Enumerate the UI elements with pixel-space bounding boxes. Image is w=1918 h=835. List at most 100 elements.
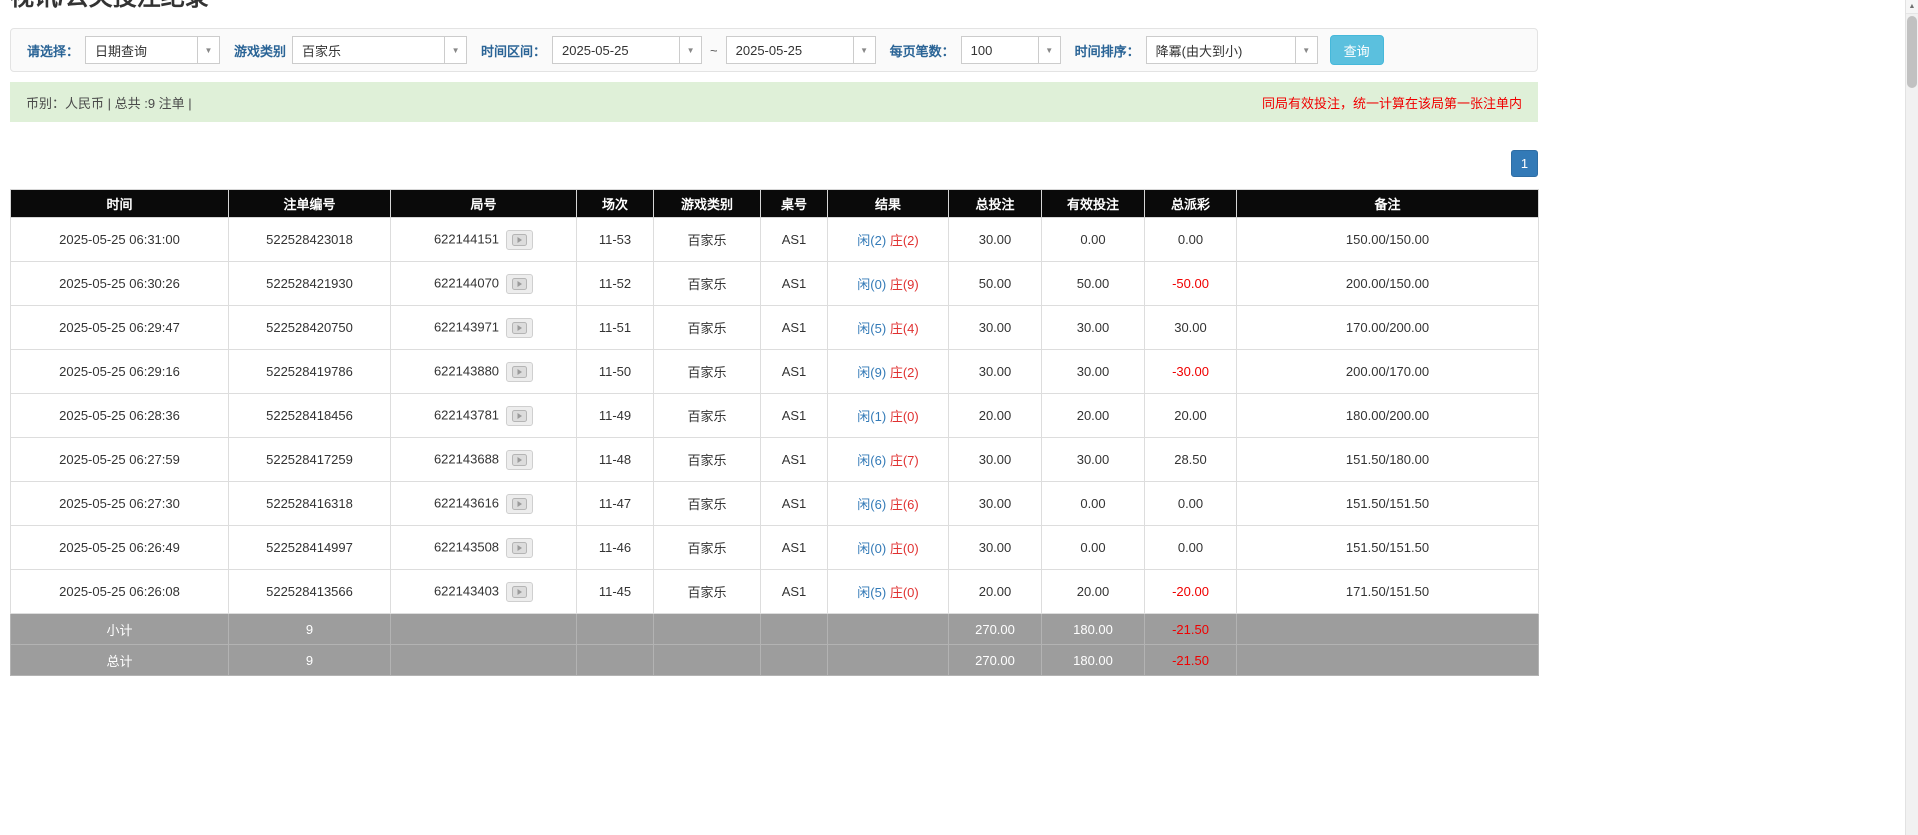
cell-total-bet[interactable]: 30.00 bbox=[949, 438, 1042, 482]
replay-icon[interactable] bbox=[506, 538, 533, 558]
result-banker: 庄(2) bbox=[890, 233, 919, 248]
table-head-row: 时间注单编号局号场次游戏类别桌号结果总投注有效投注总派彩备注 bbox=[11, 190, 1539, 218]
result-banker: 庄(7) bbox=[890, 453, 919, 468]
per-page-value: 100 bbox=[962, 37, 1038, 63]
summary-empty-cell bbox=[828, 645, 949, 676]
chevron-down-icon[interactable]: ▼ bbox=[853, 37, 875, 63]
search-button[interactable]: 查询 bbox=[1330, 35, 1384, 65]
cell-bet-id: 522528419786 bbox=[229, 350, 391, 394]
scroll-up-arrow-icon[interactable]: ▲ bbox=[1906, 0, 1918, 14]
column-header: 局号 bbox=[391, 190, 577, 218]
cell-table-no: AS1 bbox=[761, 438, 828, 482]
summary-empty-cell bbox=[761, 614, 828, 645]
result-player: 闲(0) bbox=[857, 541, 886, 556]
result-player: 闲(6) bbox=[857, 453, 886, 468]
column-header: 备注 bbox=[1237, 190, 1539, 218]
per-page-label: 每页笔数： bbox=[890, 41, 955, 60]
query-type-select[interactable]: 日期查询 ▼ bbox=[85, 36, 220, 64]
result-banker: 庄(6) bbox=[890, 497, 919, 512]
chevron-down-icon[interactable]: ▼ bbox=[1295, 37, 1317, 63]
cell-payout: -20.00 bbox=[1145, 570, 1237, 614]
cell-total-bet[interactable]: 30.00 bbox=[949, 306, 1042, 350]
summary-total-bet: 270.00 bbox=[949, 614, 1042, 645]
summary-total-bet: 270.00 bbox=[949, 645, 1042, 676]
chevron-down-icon[interactable]: ▼ bbox=[679, 37, 701, 63]
cell-time: 2025-05-25 06:26:08 bbox=[11, 570, 229, 614]
replay-icon[interactable] bbox=[506, 494, 533, 514]
cell-bet-id: 522528417259 bbox=[229, 438, 391, 482]
replay-icon[interactable] bbox=[506, 230, 533, 250]
table-row: 2025-05-25 06:27:30522528416318622143616… bbox=[11, 482, 1539, 526]
cell-payout: 0.00 bbox=[1145, 218, 1237, 262]
result-player: 闲(1) bbox=[857, 409, 886, 424]
column-header: 结果 bbox=[828, 190, 949, 218]
summary-count: 9 bbox=[229, 614, 391, 645]
page-button-1[interactable]: 1 bbox=[1511, 150, 1538, 177]
cell-remark: 151.50/151.50 bbox=[1237, 526, 1539, 570]
sort-order-label: 时间排序： bbox=[1075, 41, 1140, 60]
date-range-separator: ~ bbox=[710, 43, 718, 58]
date-to-value: 2025-05-25 bbox=[727, 37, 853, 63]
cell-session: 11-45 bbox=[577, 570, 654, 614]
scrollbar[interactable]: ▲ bbox=[1905, 0, 1918, 835]
summary-empty-cell bbox=[654, 645, 761, 676]
cell-game-type: 百家乐 bbox=[654, 482, 761, 526]
cell-game-type: 百家乐 bbox=[654, 394, 761, 438]
cell-total-bet[interactable]: 30.00 bbox=[949, 526, 1042, 570]
cell-total-bet[interactable]: 30.00 bbox=[949, 218, 1042, 262]
cell-total-bet[interactable]: 50.00 bbox=[949, 262, 1042, 306]
game-type-select[interactable]: 百家乐 ▼ bbox=[292, 36, 467, 64]
replay-icon[interactable] bbox=[506, 582, 533, 602]
cell-total-bet[interactable]: 30.00 bbox=[949, 350, 1042, 394]
chevron-down-icon[interactable]: ▼ bbox=[1038, 37, 1060, 63]
chevron-down-icon[interactable]: ▼ bbox=[197, 37, 219, 63]
cell-remark: 171.50/151.50 bbox=[1237, 570, 1539, 614]
summary-empty-cell bbox=[828, 614, 949, 645]
result-banker: 庄(0) bbox=[890, 585, 919, 600]
cell-total-bet[interactable]: 20.00 bbox=[949, 570, 1042, 614]
replay-icon[interactable] bbox=[506, 406, 533, 426]
cell-total-bet[interactable]: 20.00 bbox=[949, 394, 1042, 438]
date-to-select[interactable]: 2025-05-25 ▼ bbox=[726, 36, 876, 64]
cell-result: 闲(9) 庄(2) bbox=[828, 350, 949, 394]
cell-table-no: AS1 bbox=[761, 526, 828, 570]
subtotal-row: 小计9270.00180.00-21.50 bbox=[11, 614, 1539, 645]
cell-round: 622144070 bbox=[391, 262, 577, 306]
table-row: 2025-05-25 06:26:49522528414997622143508… bbox=[11, 526, 1539, 570]
query-type-value: 日期查询 bbox=[86, 37, 197, 63]
replay-icon[interactable] bbox=[506, 274, 533, 294]
date-from-select[interactable]: 2025-05-25 ▼ bbox=[552, 36, 702, 64]
info-bar: 币别：人民币 | 总共 :9 注单 | 同局有效投注，统一计算在该局第一张注单内 bbox=[10, 82, 1538, 122]
result-player: 闲(0) bbox=[857, 277, 886, 292]
table-row: 2025-05-25 06:31:00522528423018622144151… bbox=[11, 218, 1539, 262]
cell-valid-bet: 0.00 bbox=[1042, 482, 1145, 526]
cell-result: 闲(5) 庄(4) bbox=[828, 306, 949, 350]
cell-time: 2025-05-25 06:29:47 bbox=[11, 306, 229, 350]
cell-bet-id: 522528420750 bbox=[229, 306, 391, 350]
cell-total-bet[interactable]: 30.00 bbox=[949, 482, 1042, 526]
cell-result: 闲(5) 庄(0) bbox=[828, 570, 949, 614]
cell-valid-bet: 0.00 bbox=[1042, 218, 1145, 262]
cell-bet-id: 522528421930 bbox=[229, 262, 391, 306]
result-banker: 庄(0) bbox=[890, 541, 919, 556]
chevron-down-icon[interactable]: ▼ bbox=[444, 37, 466, 63]
table-row: 2025-05-25 06:28:36522528418456622143781… bbox=[11, 394, 1539, 438]
replay-icon[interactable] bbox=[506, 450, 533, 470]
replay-icon[interactable] bbox=[506, 318, 533, 338]
cell-session: 11-50 bbox=[577, 350, 654, 394]
cell-table-no: AS1 bbox=[761, 306, 828, 350]
cell-round: 622143971 bbox=[391, 306, 577, 350]
cell-bet-id: 522528413566 bbox=[229, 570, 391, 614]
result-banker: 庄(2) bbox=[890, 365, 919, 380]
replay-icon[interactable] bbox=[506, 362, 533, 382]
table-row: 2025-05-25 06:29:16522528419786622143880… bbox=[11, 350, 1539, 394]
sort-order-select[interactable]: 降冪(由大到小) ▼ bbox=[1146, 36, 1318, 64]
cell-time: 2025-05-25 06:28:36 bbox=[11, 394, 229, 438]
scrollbar-thumb[interactable] bbox=[1907, 16, 1917, 88]
cell-time: 2025-05-25 06:27:30 bbox=[11, 482, 229, 526]
date-range-label: 时间区间： bbox=[481, 41, 546, 60]
cell-session: 11-47 bbox=[577, 482, 654, 526]
per-page-select[interactable]: 100 ▼ bbox=[961, 36, 1061, 64]
cell-remark: 151.50/180.00 bbox=[1237, 438, 1539, 482]
column-header: 时间 bbox=[11, 190, 229, 218]
